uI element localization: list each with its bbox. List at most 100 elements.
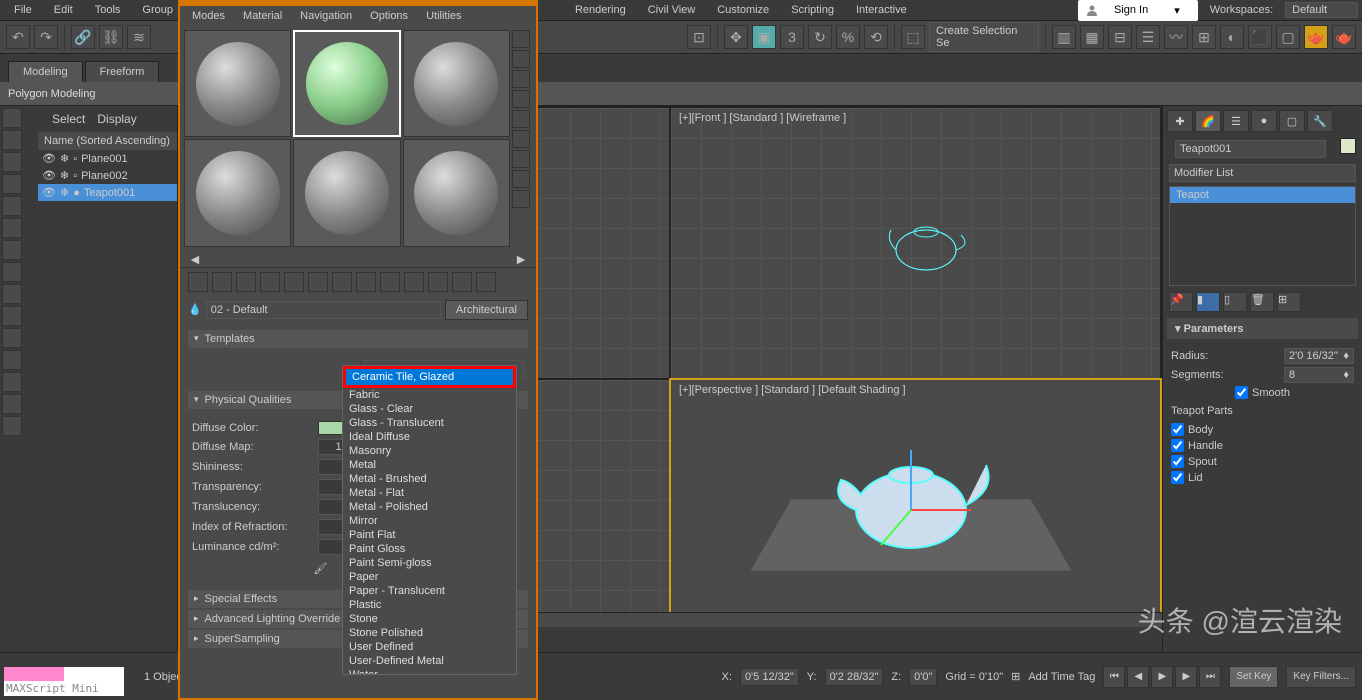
material-slot[interactable] [293, 30, 400, 137]
undo-button[interactable]: ↶ [6, 25, 30, 49]
configure-icon[interactable]: ⊞ [1277, 292, 1301, 312]
utilities-tab[interactable]: 🔧 [1307, 110, 1333, 132]
unlink-button[interactable]: ⛓ [99, 25, 123, 49]
smooth-checkbox[interactable] [1235, 386, 1248, 399]
redo-button[interactable]: ↷ [34, 25, 58, 49]
set-key-button[interactable]: Set Key [1229, 666, 1278, 688]
me-menu-utilities[interactable]: Utilities [418, 8, 469, 24]
dropdown-item[interactable]: Ideal Diffuse [343, 430, 516, 444]
body-checkbox[interactable] [1171, 423, 1184, 436]
material-slot[interactable] [184, 139, 291, 246]
dropdown-item[interactable]: Metal [343, 458, 516, 472]
dropdown-item[interactable]: Metal - Flat [343, 486, 516, 500]
schematic-button[interactable]: ⊞ [1192, 25, 1216, 49]
dropdown-item[interactable]: Paper [343, 570, 516, 584]
dropdown-item[interactable]: Stone [343, 612, 516, 626]
me-tool-icon[interactable] [380, 272, 400, 292]
dropdown-item-highlighted[interactable]: Ceramic Tile, Glazed [343, 366, 516, 388]
segments-spinner[interactable]: 8♦ [1284, 367, 1354, 383]
lp-icon[interactable] [2, 372, 22, 392]
material-name-field[interactable]: 02 - Default [206, 301, 441, 319]
lp-icon[interactable] [2, 394, 22, 414]
lp-icon[interactable] [2, 152, 22, 172]
me-tool-icon[interactable] [308, 272, 328, 292]
unique-icon[interactable]: ▯ [1223, 292, 1247, 312]
modify-tab[interactable]: 🌈 [1195, 110, 1221, 132]
percent-snap-button[interactable]: % [836, 25, 860, 49]
dropdown-item[interactable]: Glass - Translucent [343, 416, 516, 430]
x-coord[interactable]: 0'5 12/32" [740, 668, 799, 686]
motion-tab[interactable]: ● [1251, 110, 1277, 132]
lp-icon[interactable] [2, 130, 22, 150]
dropdown-item[interactable]: Stone Polished [343, 626, 516, 640]
lp-icon[interactable] [2, 218, 22, 238]
y-coord[interactable]: 0'2 28/32" [825, 668, 884, 686]
dropdown-item[interactable]: Paint Semi-gloss [343, 556, 516, 570]
me-menu-navigation[interactable]: Navigation [292, 8, 360, 24]
me-tool-icon[interactable] [476, 272, 496, 292]
dropdown-item[interactable]: Plastic [343, 598, 516, 612]
snap-button[interactable]: ⊡ [687, 25, 711, 49]
me-sidebar-icon[interactable] [512, 70, 530, 88]
lp-icon[interactable] [2, 108, 22, 128]
menu-file[interactable]: File [4, 2, 42, 18]
list-item[interactable]: 👁❄▫Plane002 [38, 167, 177, 184]
next-frame-button[interactable]: ▶ [1175, 666, 1197, 688]
me-sidebar-icon[interactable] [512, 110, 530, 128]
viewport-front[interactable]: [+][Front ] [Standard ] [Wireframe ] [671, 108, 1160, 378]
menu-edit[interactable]: Edit [44, 2, 83, 18]
dropdown-item[interactable]: Fabric [343, 388, 516, 402]
material-editor-button[interactable]: ◐ [1220, 25, 1244, 49]
link-button[interactable]: 🔗 [71, 25, 95, 49]
dropdown-item[interactable]: User Defined [343, 640, 516, 654]
lp-icon[interactable] [2, 240, 22, 260]
menu-civilview[interactable]: Civil View [638, 2, 705, 18]
me-sidebar-icon[interactable] [512, 170, 530, 188]
me-tool-icon[interactable] [188, 272, 208, 292]
list-item[interactable]: 👁❄▫Plane001 [38, 150, 177, 167]
named-sel-button[interactable]: ⬚ [901, 25, 925, 49]
me-tool-icon[interactable] [452, 272, 472, 292]
quick-render-button[interactable]: 🫖 [1332, 25, 1356, 49]
bind-button[interactable]: ≋ [127, 25, 151, 49]
lp-icon[interactable] [2, 174, 22, 194]
menu-rendering[interactable]: Rendering [565, 2, 636, 18]
display-tab[interactable]: ▢ [1279, 110, 1305, 132]
signin-button[interactable]: Sign In ▾ [1078, 0, 1198, 21]
maxscript-listener[interactable]: MAXScript Mini [4, 667, 124, 696]
dropdown-item[interactable]: Paper - Translucent [343, 584, 516, 598]
dropdown-item[interactable]: Metal - Polished [343, 500, 516, 514]
key-filters-button[interactable]: Key Filters... [1286, 666, 1356, 688]
me-tool-icon[interactable] [404, 272, 424, 292]
me-sidebar-icon[interactable] [512, 190, 530, 208]
handle-checkbox[interactable] [1171, 439, 1184, 452]
move-button[interactable]: ✥ [724, 25, 748, 49]
me-menu-material[interactable]: Material [235, 8, 290, 24]
render-setup-button[interactable]: ⬛ [1248, 25, 1272, 49]
ribbon-tab-freeform[interactable]: Freeform [85, 61, 160, 82]
dropdown-item[interactable]: Mirror [343, 514, 516, 528]
me-tool-icon[interactable] [356, 272, 376, 292]
angle-snap-button[interactable]: ↻ [808, 25, 832, 49]
tab-display[interactable]: Display [97, 112, 136, 126]
object-name-field[interactable]: Teapot001 [1175, 140, 1326, 158]
me-tool-icon[interactable] [212, 272, 232, 292]
align-button[interactable]: ▣ [752, 25, 776, 49]
lp-icon[interactable] [2, 350, 22, 370]
render-frame-button[interactable]: ▢ [1276, 25, 1300, 49]
me-tool-icon[interactable] [260, 272, 280, 292]
menu-customize[interactable]: Customize [707, 2, 779, 18]
ribbon-tab-modeling[interactable]: Modeling [8, 61, 83, 82]
radius-spinner[interactable]: 2'0 16/32"♦ [1284, 348, 1354, 364]
me-tool-icon[interactable] [332, 272, 352, 292]
goto-start-button[interactable]: ⏮ [1103, 666, 1125, 688]
render-button[interactable]: 🫖 [1304, 25, 1328, 49]
tab-select[interactable]: Select [52, 112, 85, 126]
me-tool-icon[interactable] [284, 272, 304, 292]
create-tab[interactable]: ✚ [1167, 110, 1193, 132]
snap3-button[interactable]: 3 [780, 25, 804, 49]
remove-mod-icon[interactable]: 🗑 [1250, 292, 1274, 312]
goto-end-button[interactable]: ⏭ [1199, 666, 1221, 688]
material-slot[interactable] [293, 139, 400, 246]
menu-tools[interactable]: Tools [85, 2, 131, 18]
